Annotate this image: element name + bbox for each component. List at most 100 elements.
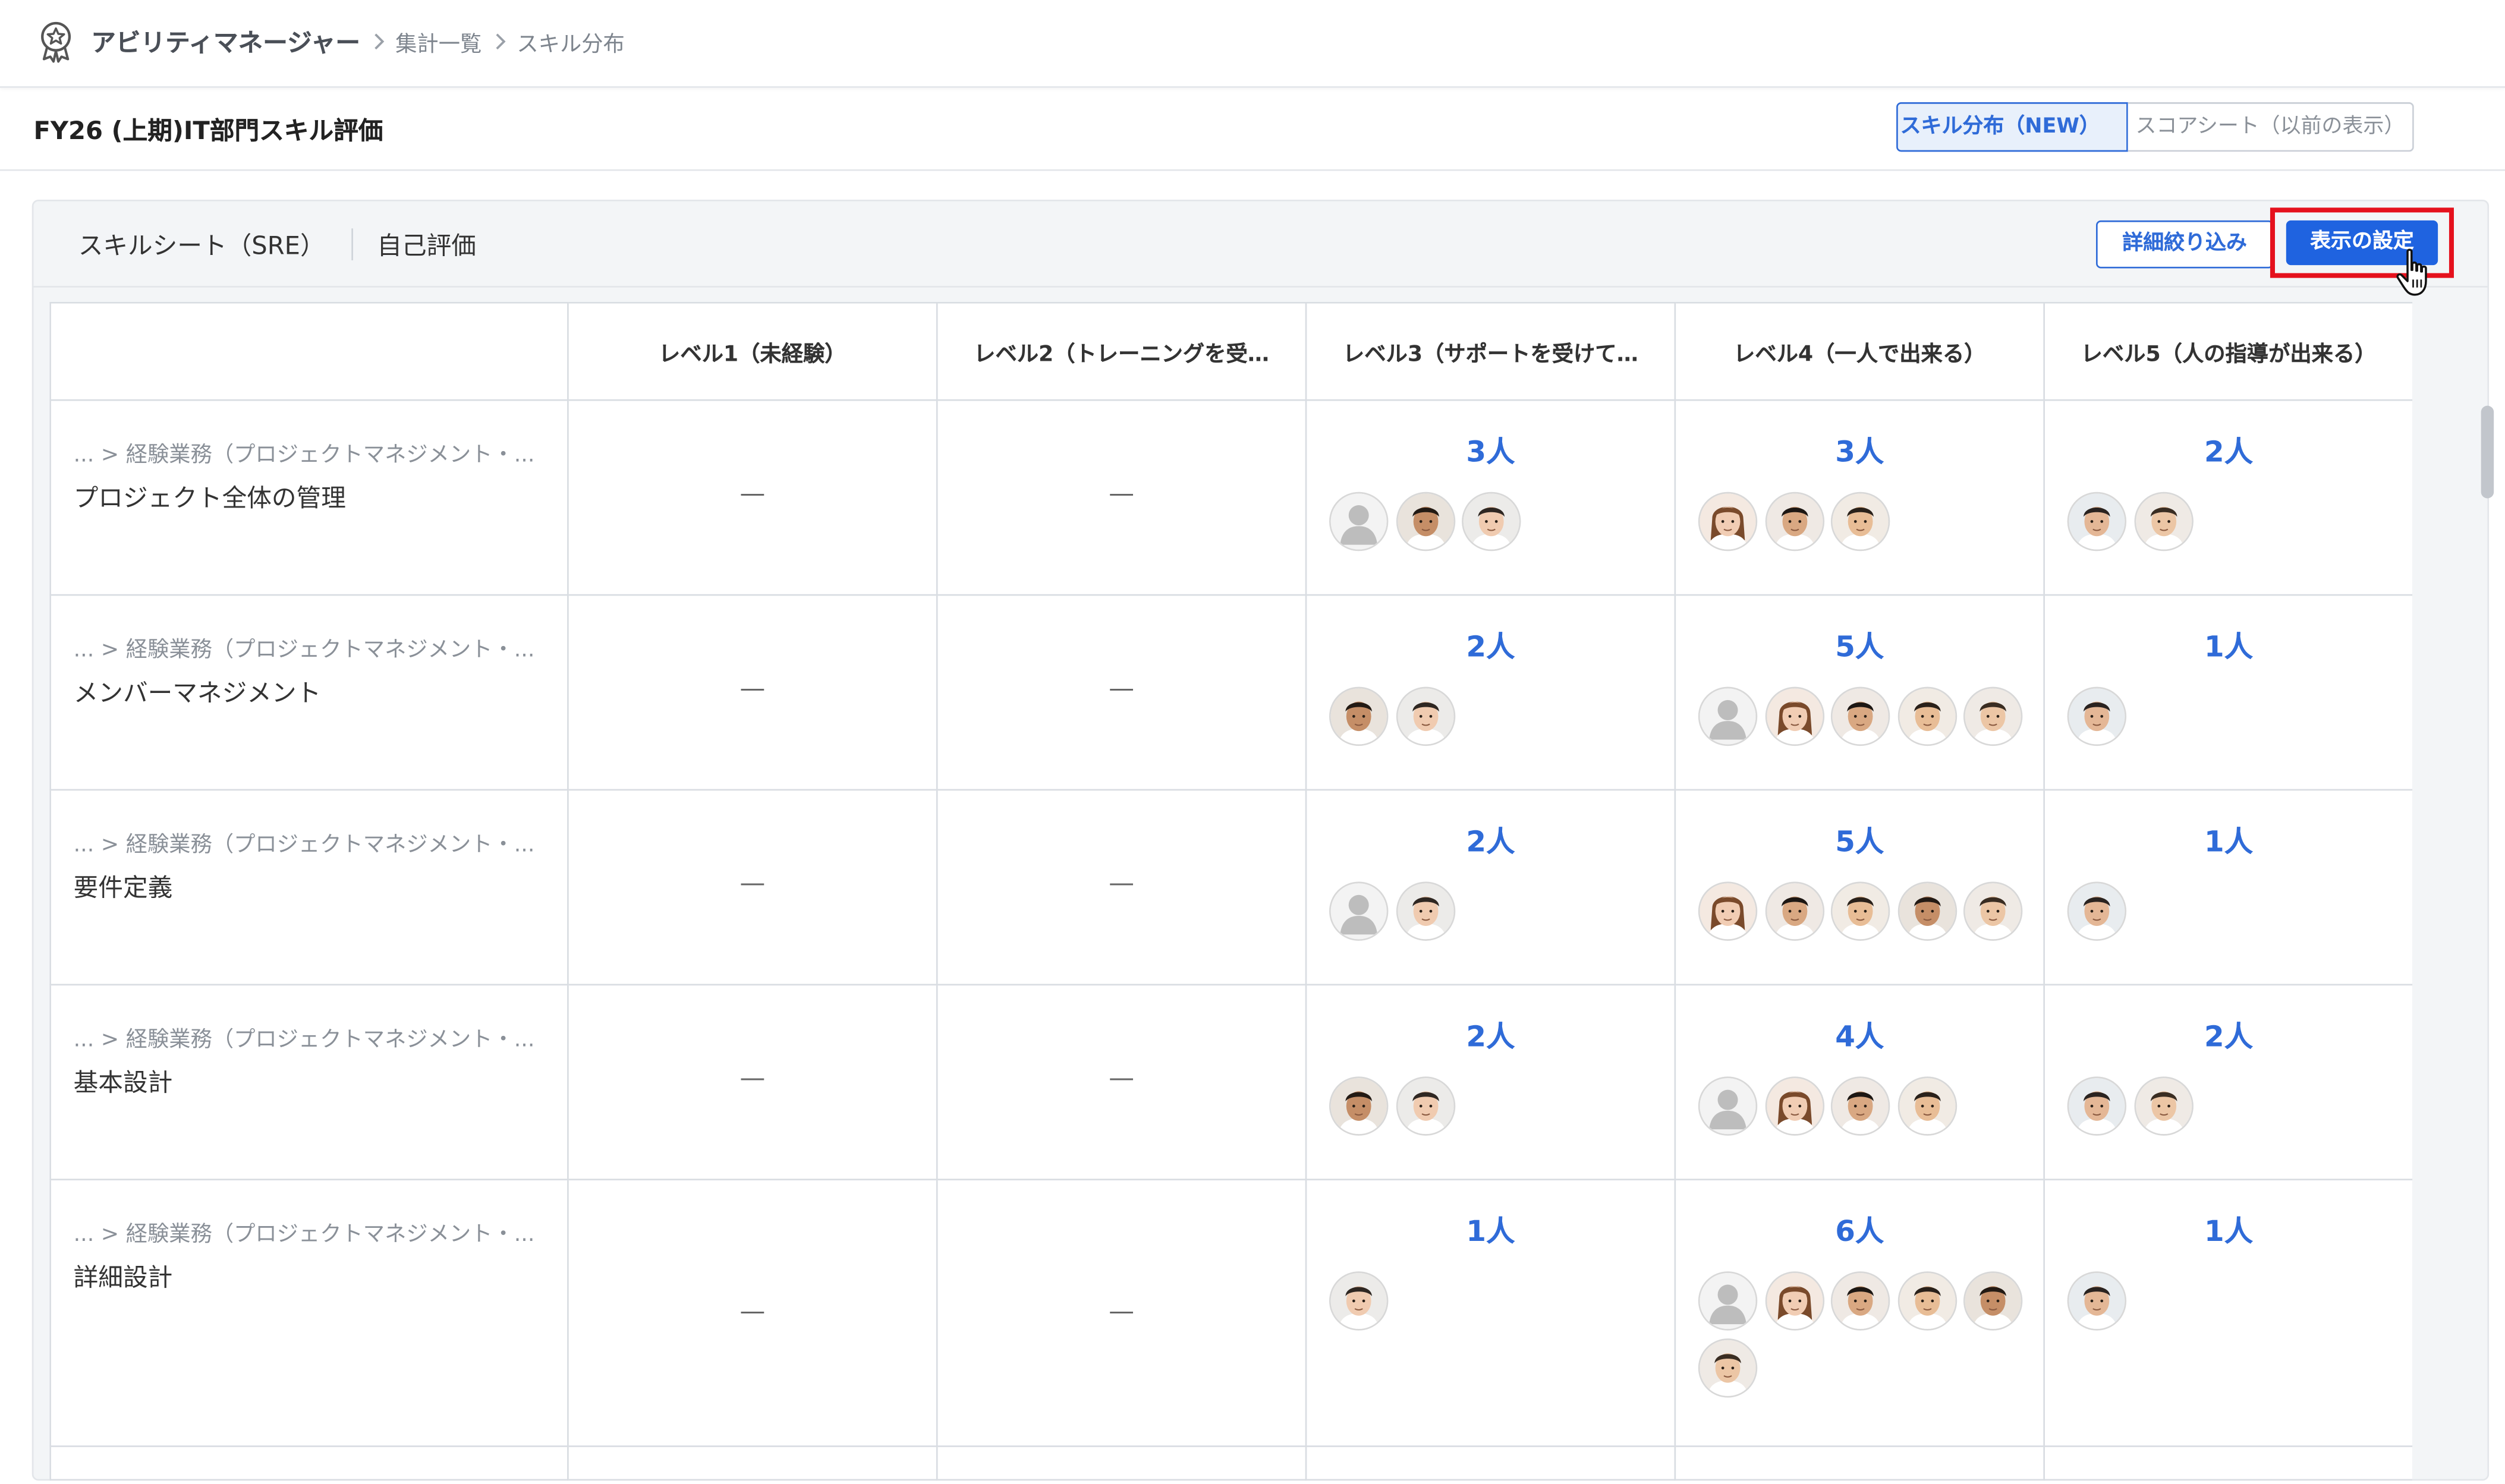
- avatar-group: [1307, 686, 1664, 746]
- level-1-cell: —: [567, 789, 938, 986]
- member-count-link[interactable]: 6人: [1676, 1215, 2043, 1250]
- avatar[interactable]: [1395, 1076, 1455, 1136]
- avatar[interactable]: [2133, 491, 2193, 552]
- avatar[interactable]: [1764, 1076, 1824, 1136]
- avatar[interactable]: [2067, 1076, 2127, 1136]
- scoresheet-tab[interactable]: スコアシート（以前の表示）: [2128, 102, 2414, 152]
- avatar[interactable]: [1329, 686, 1389, 746]
- avatar[interactable]: [1698, 881, 1758, 941]
- level-4-cell: 5人: [1674, 594, 2045, 791]
- level-2-cell: —: [936, 594, 1307, 791]
- avatar[interactable]: [1963, 686, 2023, 746]
- member-count-link[interactable]: 1人: [1307, 1215, 1674, 1250]
- avatar-group: [1676, 686, 2034, 746]
- avatar[interactable]: [1897, 1076, 1956, 1136]
- empty-dash: —: [1109, 1062, 1135, 1093]
- level-3-cell: 2人: [1305, 594, 1676, 791]
- level-1-cell: —: [567, 1179, 938, 1447]
- avatar[interactable]: [2067, 686, 2127, 746]
- breadcrumb-item-summary-list[interactable]: 集計一覧: [395, 26, 482, 58]
- skill-name: 詳細設計: [73, 1263, 173, 1293]
- avatar[interactable]: [1897, 1271, 1956, 1331]
- avatar[interactable]: [1462, 491, 1521, 552]
- avatar[interactable]: [1698, 491, 1758, 552]
- avatar-group: [1676, 1271, 2034, 1398]
- skill-distribution-tab[interactable]: スキル分布（NEW）: [1896, 102, 2128, 152]
- avatar[interactable]: [2133, 1076, 2193, 1136]
- level-3-cell: 3人: [1305, 399, 1676, 596]
- header-skill: [49, 301, 569, 401]
- scrollbar-thumb[interactable]: [2481, 405, 2494, 499]
- avatar-group: [1676, 1076, 2034, 1136]
- avatar[interactable]: [1329, 491, 1389, 552]
- member-count-link[interactable]: 4人: [1676, 1020, 2043, 1056]
- avatar[interactable]: [1963, 1271, 2023, 1331]
- skill-name: 基本設計: [73, 1068, 173, 1098]
- avatar[interactable]: [1698, 1271, 1758, 1331]
- empty-cell: [1674, 1445, 2045, 1481]
- avatar[interactable]: [1764, 491, 1824, 552]
- avatar[interactable]: [2067, 1271, 2127, 1331]
- empty-dash: —: [739, 867, 766, 898]
- member-count-link[interactable]: 1人: [2045, 1215, 2412, 1250]
- table-row: ... > 経験業務（プロジェクトマネジメント・... 詳細設計 — — 1人 6人 1人: [49, 1179, 2413, 1447]
- avatar[interactable]: [1764, 686, 1824, 746]
- avatar[interactable]: [1963, 881, 2023, 941]
- avatar[interactable]: [2067, 881, 2127, 941]
- level-4-cell: 4人: [1674, 984, 2045, 1181]
- avatar[interactable]: [1830, 1271, 1890, 1331]
- skill-path: ... > 経験業務（プロジェクトマネジメント・...: [73, 1027, 535, 1053]
- breadcrumb-app-name[interactable]: アビリティマネージャー: [91, 24, 360, 59]
- member-count-link[interactable]: 3人: [1676, 436, 2043, 471]
- avatar[interactable]: [1329, 1271, 1389, 1331]
- level-2-cell: —: [936, 1179, 1307, 1447]
- member-count-link[interactable]: 2人: [2045, 436, 2412, 471]
- member-count-link[interactable]: 5人: [1676, 826, 2043, 861]
- avatar[interactable]: [1395, 881, 1455, 941]
- award-badge-icon: [41, 21, 71, 63]
- member-count-link[interactable]: 1人: [2045, 826, 2412, 861]
- level-4-cell: 6人: [1674, 1179, 2045, 1447]
- avatar[interactable]: [1830, 686, 1890, 746]
- table-row: ... > 経験業務（プロジェクトマネジメント・... メンバーマネジメント — — 2…: [49, 594, 2413, 791]
- level-5-cell: 1人: [2043, 789, 2413, 986]
- member-count-link[interactable]: 2人: [1307, 631, 1674, 666]
- level-5-cell: 2人: [2043, 984, 2413, 1181]
- avatar-group: [2045, 1271, 2403, 1331]
- avatar[interactable]: [1698, 686, 1758, 746]
- avatar[interactable]: [1897, 881, 1956, 941]
- skill-path: ... > 経験業務（プロジェクトマネジメント・...: [73, 637, 535, 663]
- avatar[interactable]: [1764, 1271, 1824, 1331]
- member-count-link[interactable]: 2人: [1307, 1020, 1674, 1056]
- avatar[interactable]: [1395, 491, 1455, 552]
- avatar[interactable]: [1830, 881, 1890, 941]
- empty-cell: [1305, 1445, 1676, 1481]
- avatar[interactable]: [1764, 881, 1824, 941]
- avatar[interactable]: [1329, 881, 1389, 941]
- vertical-scrollbar[interactable]: [2473, 402, 2495, 1457]
- avatar[interactable]: [1329, 1076, 1389, 1136]
- avatar[interactable]: [1897, 686, 1956, 746]
- avatar[interactable]: [2067, 491, 2127, 552]
- skill-cell: ... > 経験業務（プロジェクトマネジメント・... メンバーマネジメント: [49, 594, 569, 791]
- avatar[interactable]: [1830, 1076, 1890, 1136]
- level-2-cell: —: [936, 984, 1307, 1181]
- avatar[interactable]: [1698, 1338, 1758, 1398]
- member-count-link[interactable]: 5人: [1676, 631, 2043, 666]
- avatar-group: [2045, 1076, 2403, 1136]
- member-count-link[interactable]: 3人: [1307, 436, 1674, 471]
- skill-distribution-panel: スキルシート（SRE） 自己評価 詳細絞り込み 表示の設定 レベル1（未経験） …: [32, 199, 2494, 1484]
- skill-path: ... > 経験業務（プロジェクトマネジメント・...: [73, 442, 535, 468]
- level-5-cell: 1人: [2043, 1179, 2413, 1447]
- table-row: ... > 経験業務（プロジェクトマネジメント・... 要件定義 — — 2人 5人 1人: [49, 789, 2413, 986]
- avatar[interactable]: [1830, 491, 1890, 552]
- member-count-link[interactable]: 2人: [1307, 826, 1674, 861]
- avatar[interactable]: [1395, 686, 1455, 746]
- table-row: ... > 経験業務（プロジェクトマネジメント・... 基本設計 — — 2人 4人 2人: [49, 984, 2413, 1181]
- detail-filter-button[interactable]: 詳細絞り込み: [2096, 220, 2274, 269]
- level-1-cell: —: [567, 399, 938, 596]
- avatar[interactable]: [1698, 1076, 1758, 1136]
- header-level-3: レベル3（サポートを受けて…: [1305, 301, 1676, 401]
- member-count-link[interactable]: 1人: [2045, 631, 2412, 666]
- member-count-link[interactable]: 2人: [2045, 1020, 2412, 1056]
